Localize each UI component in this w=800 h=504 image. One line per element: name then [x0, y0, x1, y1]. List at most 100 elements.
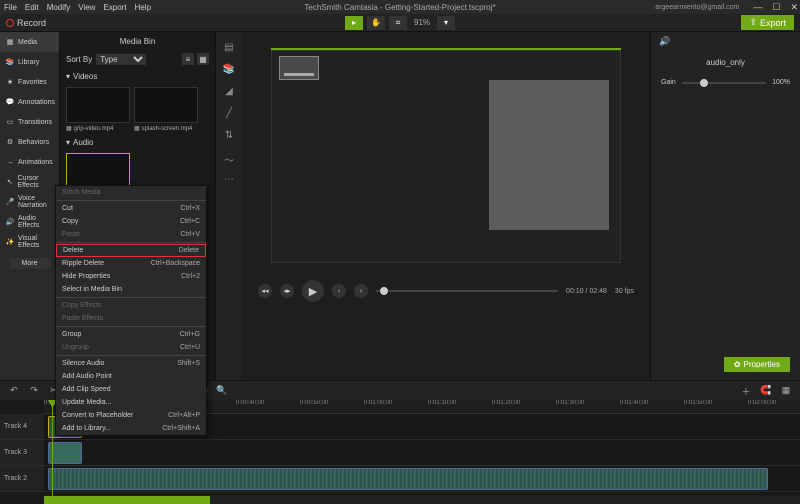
- sortby-label: Sort By: [66, 55, 92, 64]
- ctx-ripple-delete[interactable]: Ripple DeleteCtrl+Backspace: [56, 257, 206, 270]
- panel-tab-visual-effects[interactable]: ✨Visual Effects: [0, 232, 59, 252]
- zoom-dropdown[interactable]: ▾: [437, 16, 455, 30]
- dots-icon[interactable]: ⋯: [222, 174, 236, 184]
- media-thumbnail: [134, 87, 198, 123]
- cursor effects-icon: ↖: [6, 178, 14, 186]
- ctx-paste-effects: Paste Effects: [56, 312, 206, 325]
- panel-tab-audio-effects[interactable]: 🔊Audio Effects: [0, 212, 59, 232]
- menu-file[interactable]: File: [4, 3, 17, 12]
- section-audio[interactable]: ▾ Audio: [60, 134, 215, 151]
- media-item[interactable]: ▦grip-video.mp4: [66, 87, 130, 132]
- playhead[interactable]: [52, 400, 53, 504]
- tool-arrow[interactable]: ▸: [345, 16, 363, 30]
- menu-help[interactable]: Help: [135, 3, 151, 12]
- slash-icon[interactable]: ╱: [222, 108, 236, 118]
- ctx-add-audio-point[interactable]: Add Audio Point: [56, 370, 206, 383]
- volume-icon[interactable]: 🔊: [651, 32, 800, 50]
- panel-tab-behaviors[interactable]: ⚙Behaviors: [0, 132, 59, 152]
- ctx-convert-to-placeholder[interactable]: Convert to PlaceholderCtrl+Alt+P: [56, 409, 206, 422]
- timeline-clip[interactable]: [48, 442, 82, 464]
- track-header[interactable]: Track 2: [0, 466, 44, 491]
- track-content[interactable]: [44, 466, 800, 491]
- grid-icon[interactable]: ▦: [780, 385, 792, 397]
- zoom-level[interactable]: 91%: [414, 18, 430, 27]
- audio-thumbnail-selected[interactable]: [66, 153, 130, 189]
- ruler-tick: 0:01:20;00: [492, 400, 520, 406]
- ctx-cut[interactable]: CutCtrl+X: [56, 202, 206, 215]
- selection-title: audio_only: [651, 50, 800, 75]
- animations-icon: →: [6, 158, 14, 166]
- canvas-clip-thumb[interactable]: [279, 56, 319, 80]
- properties-panel: 🔊 audio_only Gain 100%: [650, 32, 800, 380]
- properties-button[interactable]: ✿ Properties: [724, 357, 790, 372]
- next-marker-button[interactable]: ›: [354, 284, 368, 298]
- panel-tab-library[interactable]: 📚Library: [0, 52, 59, 72]
- track-header[interactable]: Track 3: [0, 440, 44, 465]
- ctx-select-in-media-bin[interactable]: Select in Media Bin: [56, 283, 206, 296]
- ruler-tick: 0:01:50;00: [684, 400, 712, 406]
- step-back-button[interactable]: ◂▸: [280, 284, 294, 298]
- toolbar: Record ▸ ✋ ⌗ 91% ▾ ⇪ Export: [0, 14, 800, 32]
- play-button[interactable]: ▶: [302, 280, 324, 302]
- track-content[interactable]: [44, 440, 800, 465]
- ruler-tick: 0:02:00;00: [748, 400, 776, 406]
- playback-scrubber[interactable]: [376, 290, 558, 292]
- panel-tab-animations[interactable]: →Animations: [0, 152, 59, 172]
- export-button[interactable]: ⇪ Export: [741, 15, 794, 30]
- redo-icon[interactable]: ↷: [28, 385, 40, 397]
- view-list-icon[interactable]: ≡: [182, 53, 194, 65]
- more-button[interactable]: More: [10, 258, 50, 269]
- section-videos[interactable]: ▾ Videos: [60, 68, 215, 85]
- ctx-copy[interactable]: CopyCtrl+C: [56, 215, 206, 228]
- scrollbar-thumb[interactable]: [44, 496, 210, 504]
- window-close[interactable]: ✕: [790, 2, 798, 13]
- panel-tab-annotations[interactable]: 💬Annotations: [0, 92, 59, 112]
- ctx-group[interactable]: GroupCtrl+G: [56, 328, 206, 341]
- ctx-silence-audio[interactable]: Silence AudioShift+S: [56, 357, 206, 370]
- account-label[interactable]: argeearmiento@gmail.com: [655, 4, 739, 11]
- view-grid-icon[interactable]: ▦: [197, 53, 209, 65]
- preview-canvas[interactable]: [271, 48, 621, 263]
- books-icon[interactable]: 📚: [222, 64, 236, 74]
- timeline-scrollbar[interactable]: [44, 496, 800, 504]
- tool-crop[interactable]: ⌗: [389, 16, 407, 30]
- audio effects-icon: 🔊: [6, 218, 14, 226]
- record-button[interactable]: Record: [6, 18, 46, 28]
- canvas-slide[interactable]: [489, 80, 609, 230]
- track-header[interactable]: Track 4: [0, 414, 44, 439]
- wave-icon[interactable]: ～: [222, 152, 236, 162]
- sort-type-select[interactable]: Type: [96, 54, 146, 65]
- timeline-clip[interactable]: [48, 468, 768, 490]
- magnet-icon[interactable]: 🧲: [760, 385, 772, 397]
- panel-tab-voice-narration[interactable]: 🎤Voice Narration: [0, 192, 59, 212]
- window-minimize[interactable]: —: [753, 2, 762, 12]
- panel-tab-media[interactable]: ▦Media: [0, 32, 59, 52]
- add-track-icon[interactable]: ＋: [740, 385, 752, 397]
- sliders-icon[interactable]: ⇅: [222, 130, 236, 140]
- undo-icon[interactable]: ↶: [8, 385, 20, 397]
- panel-tab-favorites[interactable]: ★Favorites: [0, 72, 59, 92]
- window-maximize[interactable]: ☐: [772, 2, 780, 13]
- shape-icon[interactable]: ◢: [222, 86, 236, 96]
- ctx-hide-properties[interactable]: Hide PropertiesCtrl+2: [56, 270, 206, 283]
- panel-tab-transitions[interactable]: ▭Transitions: [0, 112, 59, 132]
- ctx-add-clip-speed[interactable]: Add Clip Speed: [56, 383, 206, 396]
- ctx-update-media-[interactable]: Update Media...: [56, 396, 206, 409]
- gain-slider[interactable]: [682, 82, 766, 84]
- prev-marker-button[interactable]: ◂◂: [258, 284, 272, 298]
- tool-hand[interactable]: ✋: [367, 16, 385, 30]
- zoom-in-icon[interactable]: 🔍: [216, 385, 228, 397]
- playback-time: 00:10 / 02:48: [566, 288, 607, 295]
- ctx-delete[interactable]: DeleteDelete: [56, 244, 206, 257]
- menu-edit[interactable]: Edit: [25, 3, 39, 12]
- panel-tab-cursor-effects[interactable]: ↖Cursor Effects: [0, 172, 59, 192]
- media-thumbnail: [66, 87, 130, 123]
- ctx-add-to-library-[interactable]: Add to Library...Ctrl+Shift+A: [56, 422, 206, 435]
- favorites-icon: ★: [6, 78, 14, 86]
- media-item[interactable]: ▦splash-screen.mp4: [134, 87, 198, 132]
- filmstrip-icon[interactable]: ▤: [222, 42, 236, 52]
- menu-export[interactable]: Export: [103, 3, 126, 12]
- menu-modify[interactable]: Modify: [47, 3, 71, 12]
- step-fwd-button[interactable]: ‹: [332, 284, 346, 298]
- menu-view[interactable]: View: [78, 3, 95, 12]
